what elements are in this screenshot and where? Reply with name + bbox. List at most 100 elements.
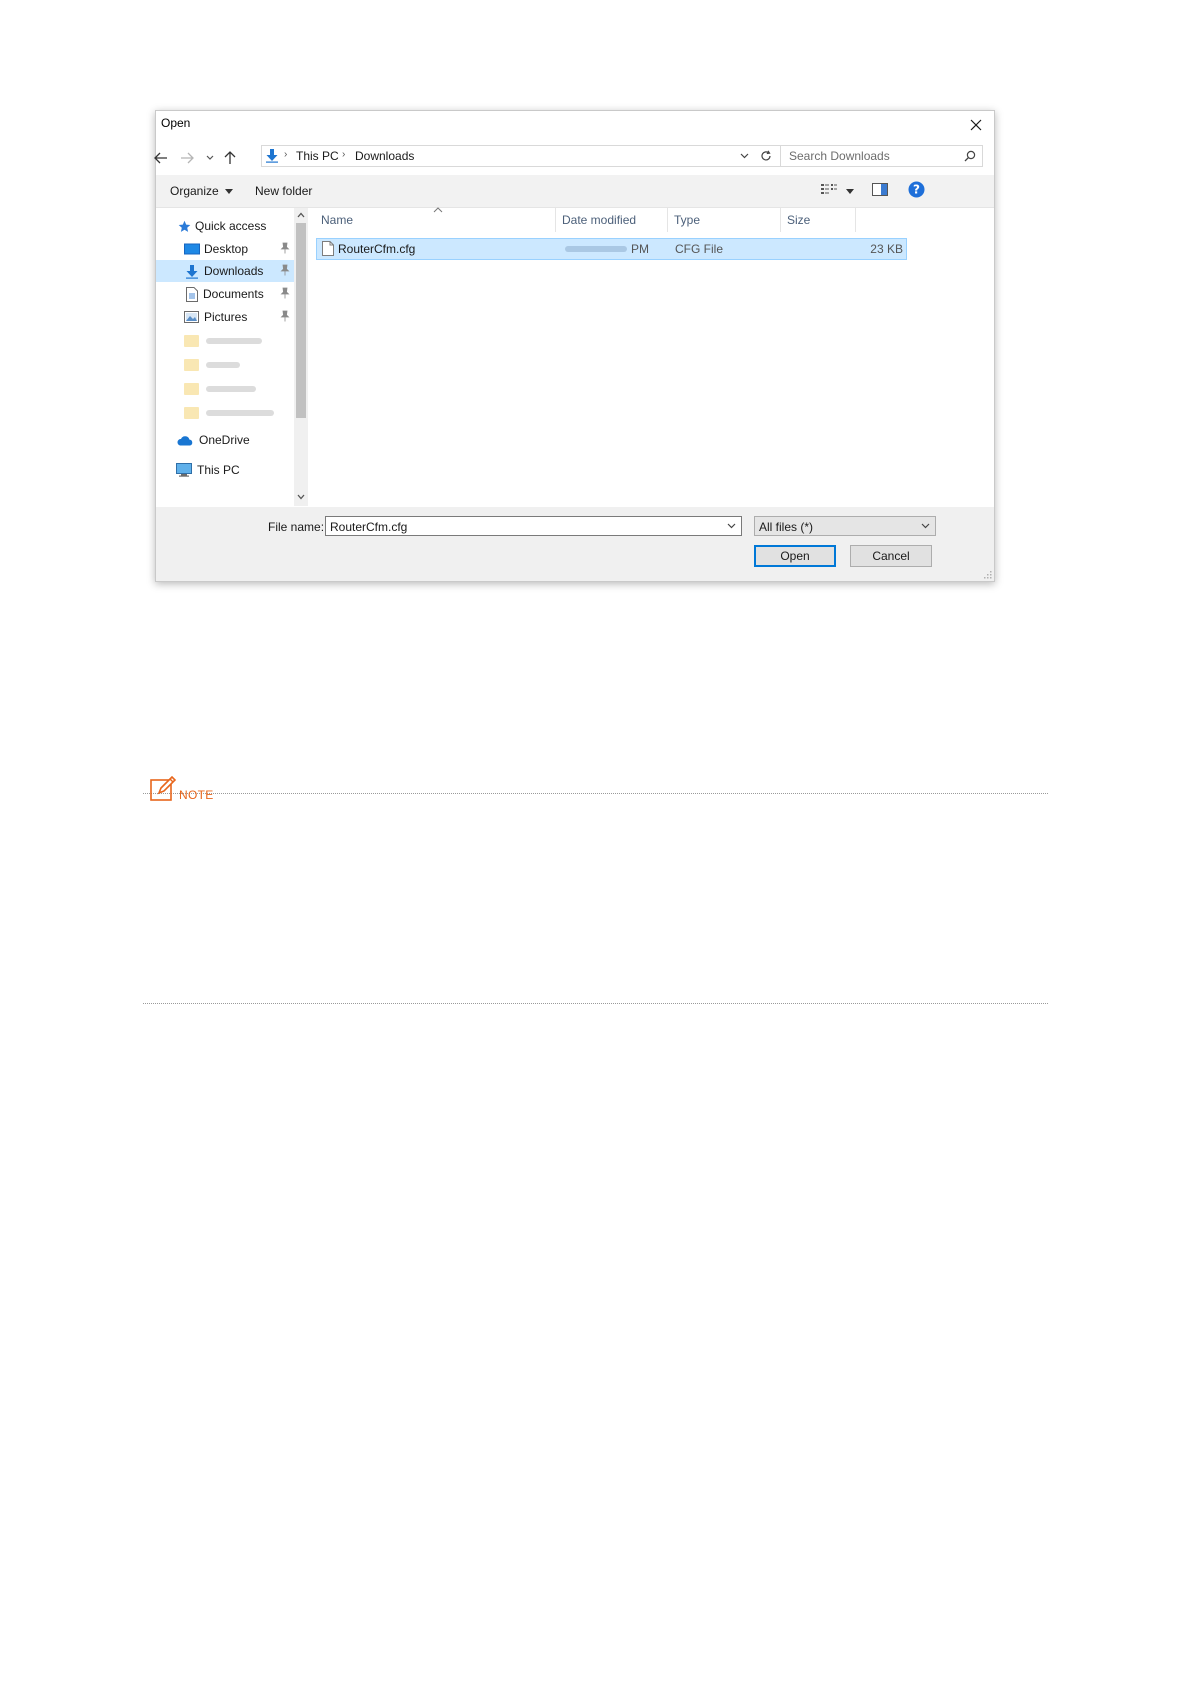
organize-button[interactable]: Organize	[170, 184, 234, 198]
dialog-title: Open	[161, 116, 191, 130]
arrow-up-icon	[224, 151, 236, 164]
help-button[interactable]: ?	[908, 181, 925, 201]
back-button[interactable]	[150, 147, 172, 169]
close-icon	[970, 119, 982, 131]
arrow-left-icon	[154, 152, 167, 164]
new-folder-button[interactable]: New folder	[255, 184, 312, 198]
pictures-icon	[184, 311, 199, 323]
file-row[interactable]: RouterCfm.cfg PM CFG File 23 KB	[316, 238, 907, 260]
redacted-folder-item	[184, 383, 256, 395]
svg-text:?: ?	[913, 183, 920, 197]
chevron-up-icon	[297, 212, 305, 218]
column-header-name[interactable]: Name	[321, 213, 353, 227]
file-size-cell: 23 KB	[870, 242, 903, 256]
dialog-footer: File name: RouterCfm.cfg All files (*) O…	[156, 507, 994, 581]
arrow-right-icon	[181, 152, 194, 164]
column-header-size[interactable]: Size	[787, 213, 810, 227]
column-divider[interactable]	[667, 208, 668, 232]
note-heading: NOTE	[150, 776, 214, 802]
file-icon	[322, 241, 334, 256]
redacted-folder-item	[184, 359, 240, 371]
open-file-dialog: Open › This PC › Downloads Search Downlo…	[154, 110, 995, 582]
file-date-cell: PM	[631, 242, 649, 256]
caret-down-icon	[225, 189, 234, 195]
address-bar[interactable]: › This PC › Downloads	[261, 145, 781, 167]
chevron-down-icon[interactable]	[727, 523, 736, 529]
file-name-cell: RouterCfm.cfg	[338, 242, 416, 256]
nav-documents-label: Documents	[203, 287, 264, 301]
open-button[interactable]: Open	[754, 545, 836, 567]
command-toolbar: Organize New folder ?	[156, 175, 994, 208]
nav-desktop[interactable]: Desktop	[156, 238, 294, 260]
view-details-icon	[821, 184, 837, 194]
redacted-folder-item	[184, 335, 262, 347]
file-list: Name Date modified Type Size RouterCfm.c…	[311, 207, 994, 506]
breadcrumb-separator-icon: ›	[342, 149, 346, 160]
search-icon	[964, 150, 976, 162]
nav-desktop-label: Desktop	[204, 242, 249, 256]
caret-down-icon	[846, 189, 855, 195]
pin-icon	[280, 264, 290, 276]
nav-downloads-label: Downloads	[204, 264, 264, 278]
redacted-folder-item	[184, 407, 274, 419]
note-pencil-icon	[150, 776, 177, 801]
nav-quick-access-label: Quick access	[195, 219, 267, 233]
nav-onedrive-label: OneDrive	[199, 433, 250, 447]
chevron-down-icon	[206, 155, 214, 160]
nav-downloads[interactable]: Downloads	[156, 260, 294, 282]
file-name-input[interactable]: RouterCfm.cfg	[325, 516, 742, 536]
nav-quick-access[interactable]: Quick access	[156, 215, 294, 237]
recent-locations-button[interactable]	[199, 147, 221, 169]
file-name-value: RouterCfm.cfg	[330, 520, 408, 534]
nav-scrollbar-thumb[interactable]	[296, 223, 306, 418]
column-divider[interactable]	[855, 208, 856, 232]
note-top-divider	[143, 793, 1048, 794]
chevron-down-icon[interactable]	[740, 153, 749, 159]
cancel-button[interactable]: Cancel	[850, 545, 932, 567]
refresh-icon[interactable]	[760, 150, 772, 162]
column-header-type[interactable]: Type	[674, 213, 700, 227]
forward-button[interactable]	[176, 147, 198, 169]
desktop-icon	[184, 243, 200, 255]
column-divider[interactable]	[555, 208, 556, 232]
nav-this-pc[interactable]: This PC	[156, 459, 294, 481]
preview-pane-button[interactable]	[872, 183, 888, 199]
note-label: NOTE	[179, 788, 214, 802]
nav-documents[interactable]: Documents	[156, 283, 294, 305]
pin-icon	[280, 242, 290, 254]
close-button[interactable]	[958, 111, 994, 139]
downloads-folder-icon	[266, 149, 278, 163]
redacted-date-text	[565, 246, 627, 252]
file-type-value: All files (*)	[759, 520, 814, 534]
file-type-select[interactable]: All files (*)	[754, 516, 936, 536]
breadcrumb-separator-icon: ›	[284, 149, 288, 160]
up-button[interactable]	[219, 147, 241, 169]
pin-icon	[280, 310, 290, 322]
nav-this-pc-label: This PC	[197, 463, 240, 477]
organize-label: Organize	[170, 184, 219, 198]
resize-grip-icon[interactable]	[984, 571, 992, 579]
file-name-label: File name:	[268, 520, 325, 534]
change-view-button[interactable]	[821, 183, 855, 198]
navigation-pane: Quick access Desktop Downloads Documents…	[156, 208, 308, 506]
star-icon	[178, 220, 191, 232]
sort-ascending-icon	[433, 207, 443, 213]
breadcrumb-this-pc[interactable]: This PC	[296, 149, 339, 163]
computer-icon	[176, 463, 192, 477]
nav-pictures[interactable]: Pictures	[156, 306, 294, 328]
column-header-date-modified[interactable]: Date modified	[562, 213, 636, 227]
help-icon: ?	[908, 181, 925, 198]
column-divider[interactable]	[780, 208, 781, 232]
search-input[interactable]: Search Downloads	[780, 145, 983, 167]
pin-icon	[280, 287, 290, 299]
chevron-down-icon	[921, 523, 930, 529]
downloads-icon	[186, 264, 198, 279]
preview-pane-icon	[872, 183, 888, 196]
file-type-cell: CFG File	[675, 242, 723, 256]
title-bar: Open	[156, 111, 994, 139]
nav-onedrive[interactable]: OneDrive	[156, 429, 294, 451]
note-bottom-divider	[143, 1003, 1048, 1004]
search-placeholder: Search Downloads	[789, 149, 890, 163]
breadcrumb-downloads[interactable]: Downloads	[355, 149, 414, 163]
chevron-down-icon	[297, 494, 305, 500]
